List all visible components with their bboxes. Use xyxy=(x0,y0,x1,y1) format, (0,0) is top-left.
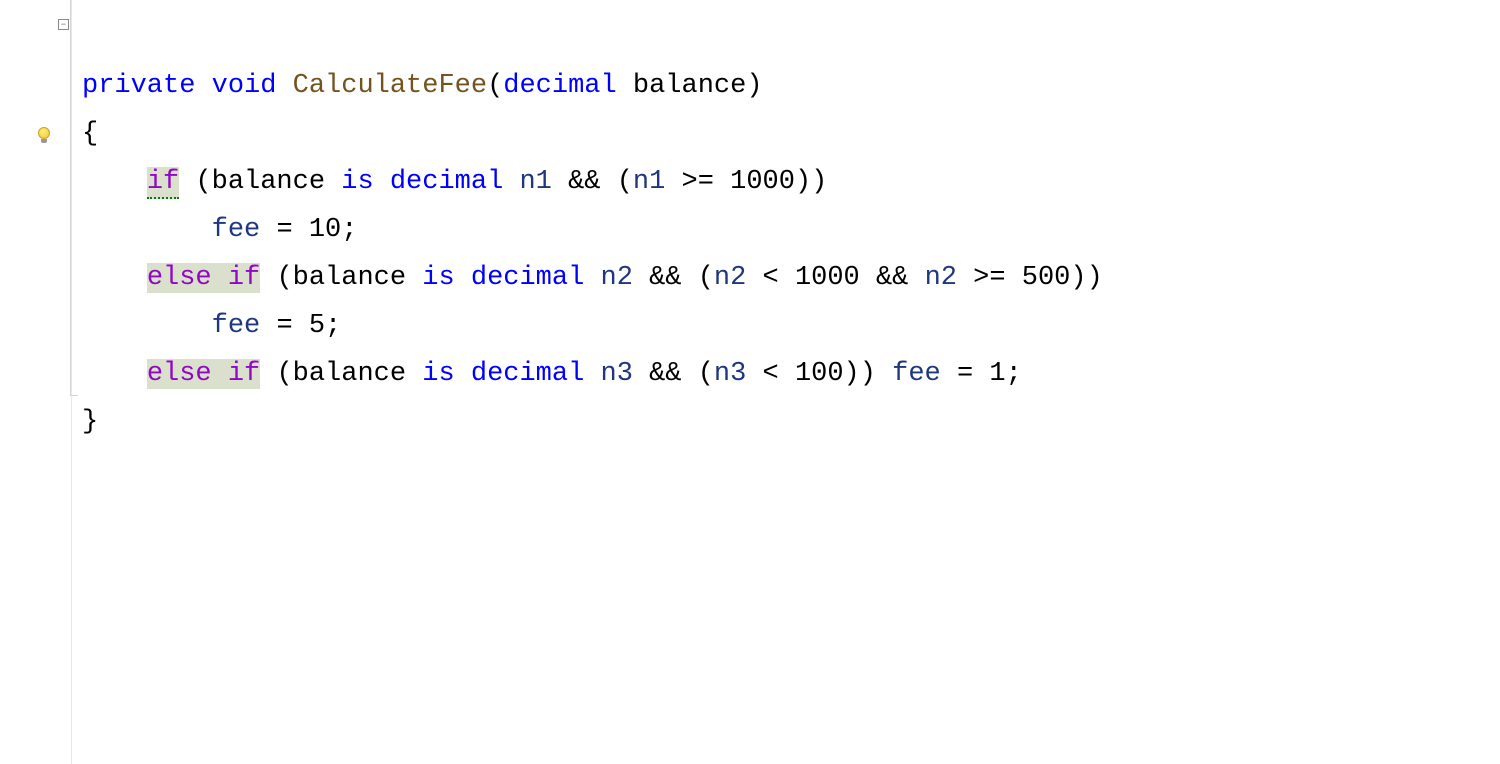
paren-open: ( xyxy=(276,359,292,389)
fold-guide-line xyxy=(70,0,71,395)
identifier-fee: fee xyxy=(892,359,941,389)
fold-minus-icon: − xyxy=(61,20,66,30)
keyword-is: is xyxy=(422,359,454,389)
literal-1: 1 xyxy=(989,359,1005,389)
keyword-else-highlighted: else xyxy=(147,263,212,293)
keyword-if-highlighted: if xyxy=(147,167,179,199)
operator-lt: < xyxy=(763,359,779,389)
keyword-is: is xyxy=(422,263,454,293)
inner-paren-open: ( xyxy=(617,167,633,197)
literal-10: 10 xyxy=(309,215,341,245)
keyword-is: is xyxy=(341,167,373,197)
fold-toggle-icon[interactable]: − xyxy=(58,19,69,30)
identifier-balance: balance xyxy=(293,359,406,389)
keyword-else-highlighted: else xyxy=(147,359,212,389)
operator-eq: = xyxy=(276,311,292,341)
inner-paren-close: ) xyxy=(844,359,860,389)
semicolon: ; xyxy=(325,311,341,341)
code-line-5[interactable]: else if (balance is decimal n2 && (n2 < … xyxy=(82,254,1500,302)
identifier-fee: fee xyxy=(212,215,261,245)
code-line-7[interactable]: else if (balance is decimal n3 && (n3 < … xyxy=(82,350,1500,398)
paren-open: ( xyxy=(487,71,503,101)
identifier-n1: n1 xyxy=(519,167,551,197)
operator-eq: = xyxy=(276,215,292,245)
identifier-balance: balance xyxy=(293,263,406,293)
paren-close: ) xyxy=(860,359,876,389)
inner-paren-open: ( xyxy=(698,359,714,389)
inner-paren-close: ) xyxy=(795,167,811,197)
inner-paren-open: ( xyxy=(698,263,714,293)
keyword-decimal: decimal xyxy=(503,71,616,101)
parameter-balance: balance xyxy=(633,71,746,101)
identifier-n3: n3 xyxy=(601,359,633,389)
identifier-fee: fee xyxy=(212,311,261,341)
operator-gte: >= xyxy=(682,167,714,197)
identifier-n2-ref2: n2 xyxy=(925,263,957,293)
keyword-if-highlighted: if xyxy=(228,359,260,389)
code-line-2[interactable]: { xyxy=(82,110,1500,158)
keyword-if-highlighted: if xyxy=(228,263,260,293)
operator-and: && xyxy=(649,263,681,293)
inner-paren-close: ) xyxy=(1070,263,1086,293)
method-name: CalculateFee xyxy=(293,71,487,101)
lightbulb-icon[interactable] xyxy=(36,127,54,145)
literal-1000: 1000 xyxy=(730,167,795,197)
identifier-n1-ref: n1 xyxy=(633,167,665,197)
semicolon: ; xyxy=(341,215,357,245)
literal-100: 100 xyxy=(795,359,844,389)
operator-and: && xyxy=(876,263,908,293)
identifier-n2: n2 xyxy=(601,263,633,293)
paren-open: ( xyxy=(195,167,211,197)
identifier-balance: balance xyxy=(212,167,325,197)
paren-close: ) xyxy=(746,71,762,101)
literal-500: 500 xyxy=(1022,263,1071,293)
brace-close: } xyxy=(82,407,98,437)
operator-and: && xyxy=(568,167,600,197)
code-line-6[interactable]: fee = 5; xyxy=(82,302,1500,350)
identifier-n2-ref: n2 xyxy=(714,263,746,293)
brace-open: { xyxy=(82,119,98,149)
keyword-decimal: decimal xyxy=(390,167,503,197)
code-line-1[interactable]: private void CalculateFee(decimal balanc… xyxy=(82,62,1500,110)
code-line-8[interactable]: } xyxy=(82,398,1500,446)
code-line-3[interactable]: if (balance is decimal n1 && (n1 >= 1000… xyxy=(82,158,1500,206)
operator-gte: >= xyxy=(973,263,1005,293)
code-line-4[interactable]: fee = 10; xyxy=(82,206,1500,254)
code-editor[interactable]: private void CalculateFee(decimal balanc… xyxy=(72,0,1500,764)
operator-lt: < xyxy=(763,263,779,293)
keyword-decimal: decimal xyxy=(471,263,584,293)
semicolon: ; xyxy=(1006,359,1022,389)
keyword-private: private xyxy=(82,71,195,101)
paren-open: ( xyxy=(276,263,292,293)
operator-eq: = xyxy=(957,359,973,389)
paren-close: ) xyxy=(1087,263,1103,293)
identifier-n3-ref: n3 xyxy=(714,359,746,389)
operator-and: && xyxy=(649,359,681,389)
paren-close: ) xyxy=(811,167,827,197)
keyword-decimal: decimal xyxy=(471,359,584,389)
keyword-void: void xyxy=(212,71,277,101)
literal-5: 5 xyxy=(309,311,325,341)
literal-1000: 1000 xyxy=(795,263,860,293)
editor-gutter: − xyxy=(0,0,72,764)
